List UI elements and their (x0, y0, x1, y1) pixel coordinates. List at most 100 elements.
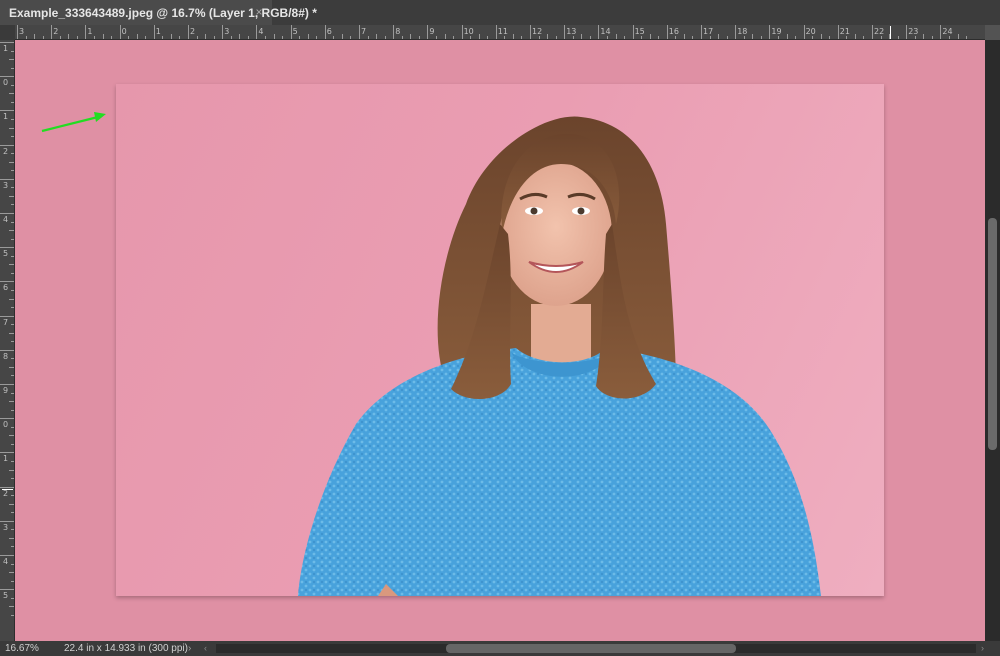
ruler-tick (196, 36, 198, 39)
ruler-tick (418, 36, 420, 39)
document-tab-title: Example_333643489.jpeg @ 16.7% (Layer 1,… (9, 5, 317, 20)
ruler-label: 9 (3, 386, 9, 395)
ruler-tick (0, 315, 14, 317)
ruler-tick (0, 486, 14, 488)
document-tab[interactable]: Example_333643489.jpeg @ 16.7% (Layer 1,… (0, 0, 317, 25)
ruler-label: 1 (3, 44, 9, 53)
ruler-label: 20 (805, 27, 816, 36)
ruler-tick (0, 349, 14, 351)
ruler-tick (606, 36, 608, 39)
ruler-tick (11, 67, 14, 69)
horizontal-ruler[interactable]: 3 2 1 0 1 2 3 4 5 6 7 8 9 10 11 12 13 14 15 16 17 18 19 20 21 22 2… (15, 25, 985, 40)
ruler-tick (384, 36, 386, 39)
ruler-tick (812, 36, 814, 39)
ruler-tick (0, 384, 14, 385)
ruler-label: 7 (3, 317, 9, 327)
ruler-tick (453, 36, 455, 39)
vertical-scrollbar[interactable] (985, 40, 1000, 641)
ruler-tick (9, 332, 14, 334)
ruler-tick (624, 36, 626, 39)
document-canvas[interactable] (116, 84, 884, 596)
horizontal-scroll-thumb[interactable] (446, 644, 736, 653)
ruler-tick (11, 443, 14, 445)
ruler-label: 3 (224, 27, 230, 36)
ruler-label: 5 (3, 249, 9, 259)
ruler-tick (837, 25, 839, 39)
ruler-tick (299, 36, 301, 39)
ruler-tick (9, 572, 14, 574)
ruler-tick (9, 161, 14, 163)
ruler-tick (11, 478, 14, 480)
ruler-tick (906, 25, 908, 39)
ruler-label: 13 (566, 27, 577, 36)
ruler-tick (11, 392, 14, 394)
ruler-label: 3 (3, 522, 9, 532)
ruler-cursor-marker (890, 26, 891, 39)
ruler-label: 0 (3, 78, 9, 88)
ruler-tick (34, 34, 36, 39)
ruler-tick (59, 36, 61, 39)
ruler-tick (239, 34, 241, 39)
zoom-level-field[interactable]: 16.67% (5, 641, 39, 656)
ruler-tick (872, 25, 873, 39)
ruler-label: 9 (429, 27, 435, 36)
ruler-tick (795, 36, 797, 39)
ruler-tick (564, 25, 566, 39)
ruler-label: 19 (771, 27, 782, 36)
scroll-left-icon[interactable]: ‹ (204, 641, 207, 656)
ruler-tick (504, 36, 506, 39)
ruler-tick (470, 36, 472, 39)
ruler-tick (880, 36, 882, 39)
ruler-tick (0, 110, 14, 112)
ruler-tick (675, 36, 677, 39)
ruler-tick (11, 409, 14, 411)
ruler-tick (760, 36, 762, 39)
portrait-photo (298, 116, 821, 596)
ruler-tick (9, 401, 14, 403)
ruler-tick (786, 34, 788, 39)
ruler-tick (701, 25, 702, 39)
ruler-tick (444, 34, 446, 39)
document-size-info[interactable]: 22.4 in x 14.933 in (300 ppi) (64, 641, 188, 656)
ruler-tick (752, 34, 754, 39)
vertical-ruler[interactable]: 1 0 1 2 3 4 5 6 7 8 9 0 1 2 3 4 5 (0, 40, 15, 641)
ruler-label: 17 (703, 27, 714, 36)
ruler-tick (829, 36, 831, 39)
vertical-scroll-thumb[interactable] (988, 218, 997, 450)
ruler-tick (11, 170, 14, 172)
ruler-tick (9, 195, 14, 197)
close-icon[interactable]: × (252, 5, 266, 19)
ruler-label: 3 (3, 180, 9, 190)
ruler-tick (153, 25, 155, 39)
ruler-tick (538, 36, 540, 39)
ruler-tick (649, 34, 651, 39)
ruler-tick (0, 281, 14, 283)
ruler-tick (290, 25, 292, 39)
ruler-tick (51, 25, 53, 39)
ruler-label: 18 (737, 27, 748, 36)
ruler-tick (42, 36, 44, 39)
ruler-tick (9, 264, 14, 266)
ruler-tick (307, 34, 309, 39)
ruler-tick (0, 520, 14, 522)
ruler-tick (11, 204, 14, 206)
ruler-tick (966, 36, 968, 39)
ruler-tick (718, 34, 720, 39)
ruler-tick (11, 324, 14, 326)
ruler-corner[interactable] (0, 25, 15, 40)
ruler-tick (11, 50, 14, 52)
ruler-label: 15 (634, 27, 645, 36)
ruler-tick (11, 136, 14, 138)
ruler-tick (512, 34, 514, 39)
ruler-tick (521, 36, 523, 39)
ruler-tick (0, 178, 14, 180)
ruler-tick (324, 25, 326, 39)
status-menu-chevron-icon[interactable]: › (188, 641, 191, 656)
ruler-tick (25, 36, 27, 39)
ruler-label: 3 (19, 27, 25, 36)
horizontal-scrollbar[interactable] (216, 644, 976, 653)
ruler-label: 12 (532, 27, 543, 36)
ruler-tick (11, 580, 14, 582)
ruler-tick (179, 36, 181, 39)
scroll-right-icon[interactable]: › (981, 641, 984, 656)
